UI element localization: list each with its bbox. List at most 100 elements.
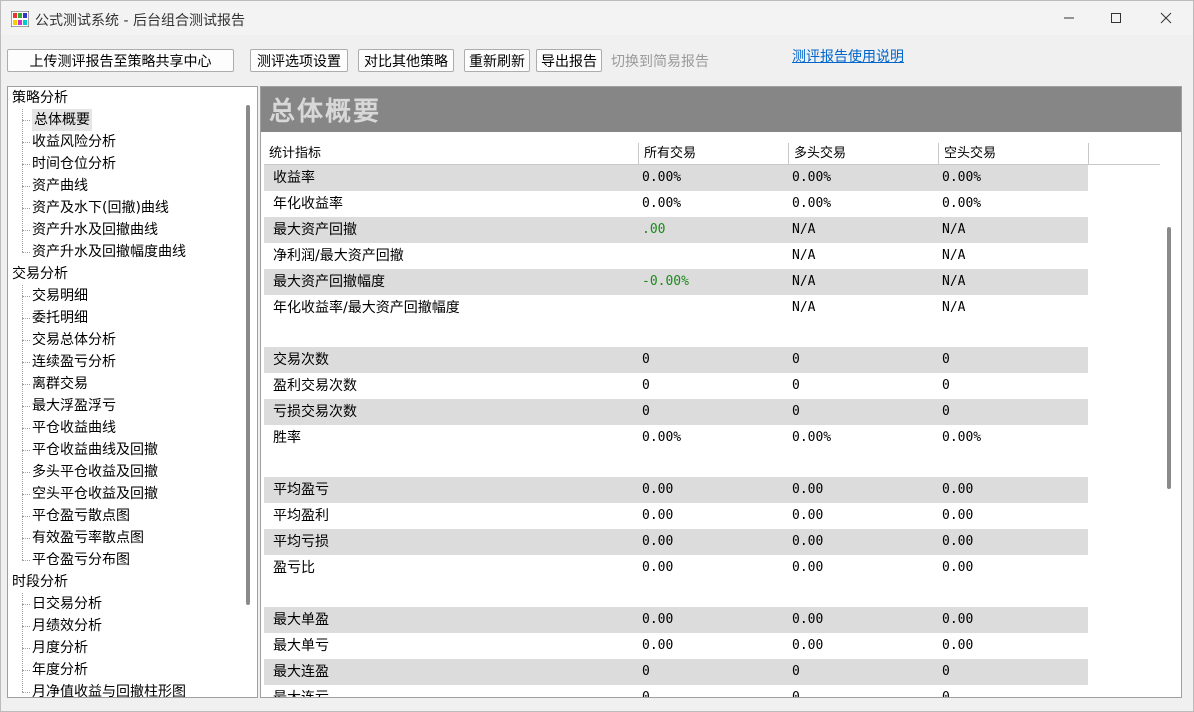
- header-short-trades[interactable]: 空头交易: [939, 143, 1089, 165]
- tree-item[interactable]: 资产曲线: [32, 175, 88, 197]
- navigation-tree: 策略分析 总体概要 收益风险分析 时间仓位分析 资产曲线 资产及水下(回撤)曲线 资产升水及…: [7, 86, 258, 698]
- tree-connector: [22, 406, 30, 407]
- table-row[interactable]: 最大连亏 0 0 0: [264, 685, 1088, 698]
- metric-value: 0.00: [792, 638, 824, 653]
- tree-item[interactable]: 收益风险分析: [32, 131, 116, 153]
- tree-item[interactable]: 交易明细: [32, 285, 88, 307]
- header-metric[interactable]: 统计指标: [264, 143, 639, 165]
- table-row[interactable]: 收益率 0.00% 0.00% 0.00%: [264, 165, 1088, 191]
- refresh-button[interactable]: 重新刷新: [464, 49, 530, 72]
- tree-item[interactable]: 空头平仓收益及回撤: [32, 483, 158, 505]
- tree-connector: [22, 208, 30, 209]
- tree-connector: [22, 296, 30, 297]
- tree-item[interactable]: 多头平仓收益及回撤: [32, 461, 158, 483]
- tree-group-2[interactable]: 时段分析: [12, 571, 68, 593]
- tree-group-0[interactable]: 策略分析: [12, 87, 68, 109]
- tree-connector: [22, 318, 30, 319]
- tree-item[interactable]: 最大浮盈浮亏: [32, 395, 116, 417]
- metric-value: N/A: [942, 248, 966, 263]
- tree-item[interactable]: 月绩效分析: [32, 615, 102, 637]
- table-row[interactable]: 年化收益率/最大资产回撤幅度 N/A N/A: [264, 295, 1088, 321]
- table-row[interactable]: 亏损交易次数 0 0 0: [264, 399, 1088, 425]
- tree-connector: [22, 120, 30, 121]
- table-row[interactable]: 净利润/最大资产回撤 N/A N/A: [264, 243, 1088, 269]
- metric-value: 0.00: [942, 534, 974, 549]
- table-row[interactable]: 最大单盈 0.00 0.00 0.00: [264, 607, 1088, 633]
- metric-value: N/A: [792, 300, 816, 315]
- tree-item[interactable]: 平仓收益曲线及回撤: [32, 439, 158, 461]
- metric-value: 0: [792, 664, 800, 679]
- metric-value: 0.00: [942, 638, 974, 653]
- metric-label: 交易次数: [273, 352, 329, 368]
- test-options-button[interactable]: 测评选项设置: [250, 49, 348, 72]
- table-row[interactable]: 盈亏比 0.00 0.00 0.00: [264, 555, 1088, 581]
- header-all-trades[interactable]: 所有交易: [639, 143, 789, 165]
- tree-item[interactable]: 委托明细: [32, 307, 88, 329]
- table-row[interactable]: 年化收益率 0.00% 0.00% 0.00%: [264, 191, 1088, 217]
- metric-value: 0.00: [792, 534, 824, 549]
- tree-item[interactable]: 日交易分析: [32, 593, 102, 615]
- table-row[interactable]: 盈利交易次数 0 0 0: [264, 373, 1088, 399]
- metric-value: N/A: [942, 274, 966, 289]
- title-bar[interactable]: 公式测试系统 - 后台组合测试报告: [1, 1, 1193, 35]
- tree-item[interactable]: 有效盈亏率散点图: [32, 527, 144, 549]
- tree-item[interactable]: 平仓盈亏散点图: [32, 505, 130, 527]
- metric-label: 最大资产回撤: [273, 222, 357, 238]
- metric-value: 0.00: [942, 612, 974, 627]
- tree-connector: [22, 626, 30, 627]
- switch-simple-report-button[interactable]: 切换到简易报告: [607, 49, 713, 72]
- help-link[interactable]: 测评报告使用说明: [792, 46, 904, 66]
- tree-item[interactable]: 月净值收益与回撤柱形图: [32, 681, 186, 697]
- minimize-icon: [1064, 17, 1074, 19]
- metric-value: 0.00%: [792, 196, 832, 211]
- tree-item[interactable]: 月度分析: [32, 637, 88, 659]
- metric-value: 0.00%: [942, 170, 982, 185]
- table-row[interactable]: 交易次数 0 0 0: [264, 347, 1088, 373]
- tree-item[interactable]: 连续盈亏分析: [32, 351, 116, 373]
- metric-label: 收益率: [273, 170, 315, 186]
- tree-connector: [22, 692, 30, 693]
- upload-report-button[interactable]: 上传测评报告至策略共享中心: [7, 49, 234, 72]
- table-row[interactable]: 最大连盈 0 0 0: [264, 659, 1088, 685]
- metric-label: 最大资产回撤幅度: [273, 274, 385, 290]
- table-row[interactable]: 胜率 0.00% 0.00% 0.00%: [264, 425, 1088, 451]
- tree-item[interactable]: 平仓收益曲线: [32, 417, 116, 439]
- tree-item[interactable]: 资产升水及回撤幅度曲线: [32, 241, 186, 263]
- metric-value: 0.00: [642, 638, 674, 653]
- metric-label: 盈利交易次数: [273, 378, 357, 394]
- tree-group-1[interactable]: 交易分析: [12, 263, 68, 285]
- tree-item[interactable]: 离群交易: [32, 373, 88, 395]
- metric-label: 年化收益率/最大资产回撤幅度: [273, 300, 460, 316]
- metric-value: 0.00: [942, 560, 974, 575]
- compare-strategies-button[interactable]: 对比其他策略: [358, 49, 454, 72]
- tree-scrollbar[interactable]: [246, 105, 250, 605]
- metric-value: 0.00%: [642, 196, 682, 211]
- tree-item[interactable]: 交易总体分析: [32, 329, 116, 351]
- table-row[interactable]: 平均盈亏 0.00 0.00 0.00: [264, 477, 1088, 503]
- tree-connector: [22, 648, 30, 649]
- tree-connector: [22, 230, 30, 231]
- table-scrollbar[interactable]: [1167, 227, 1171, 489]
- header-long-trades[interactable]: 多头交易: [789, 143, 939, 165]
- export-report-button[interactable]: 导出报告: [536, 49, 602, 72]
- tree-item[interactable]: 资产及水下(回撤)曲线: [32, 197, 169, 219]
- tree-item[interactable]: 总体概要: [32, 109, 92, 131]
- tree-connector: [22, 560, 30, 561]
- tree-item[interactable]: 平仓盈亏分布图: [32, 549, 130, 571]
- tree-item[interactable]: 年度分析: [32, 659, 88, 681]
- metric-value: 0: [642, 378, 650, 393]
- close-icon: [1160, 12, 1172, 24]
- close-button[interactable]: [1143, 1, 1189, 35]
- table-row[interactable]: 平均亏损 0.00 0.00 0.00: [264, 529, 1088, 555]
- minimize-button[interactable]: [1046, 1, 1092, 35]
- table-row[interactable]: 平均盈利 0.00 0.00 0.00: [264, 503, 1088, 529]
- tree-branch-line: [22, 593, 23, 692]
- tree-item[interactable]: 资产升水及回撤曲线: [32, 219, 158, 241]
- tree-item[interactable]: 时间仓位分析: [32, 153, 116, 175]
- table-row[interactable]: 最大资产回撤 .00 N/A N/A: [264, 217, 1088, 243]
- window-title: 公式测试系统 - 后台组合测试报告: [35, 13, 245, 29]
- table-row[interactable]: 最大资产回撤幅度 -0.00% N/A N/A: [264, 269, 1088, 295]
- table-row[interactable]: 最大单亏 0.00 0.00 0.00: [264, 633, 1088, 659]
- metric-value: 0: [642, 690, 650, 698]
- maximize-button[interactable]: [1093, 1, 1139, 35]
